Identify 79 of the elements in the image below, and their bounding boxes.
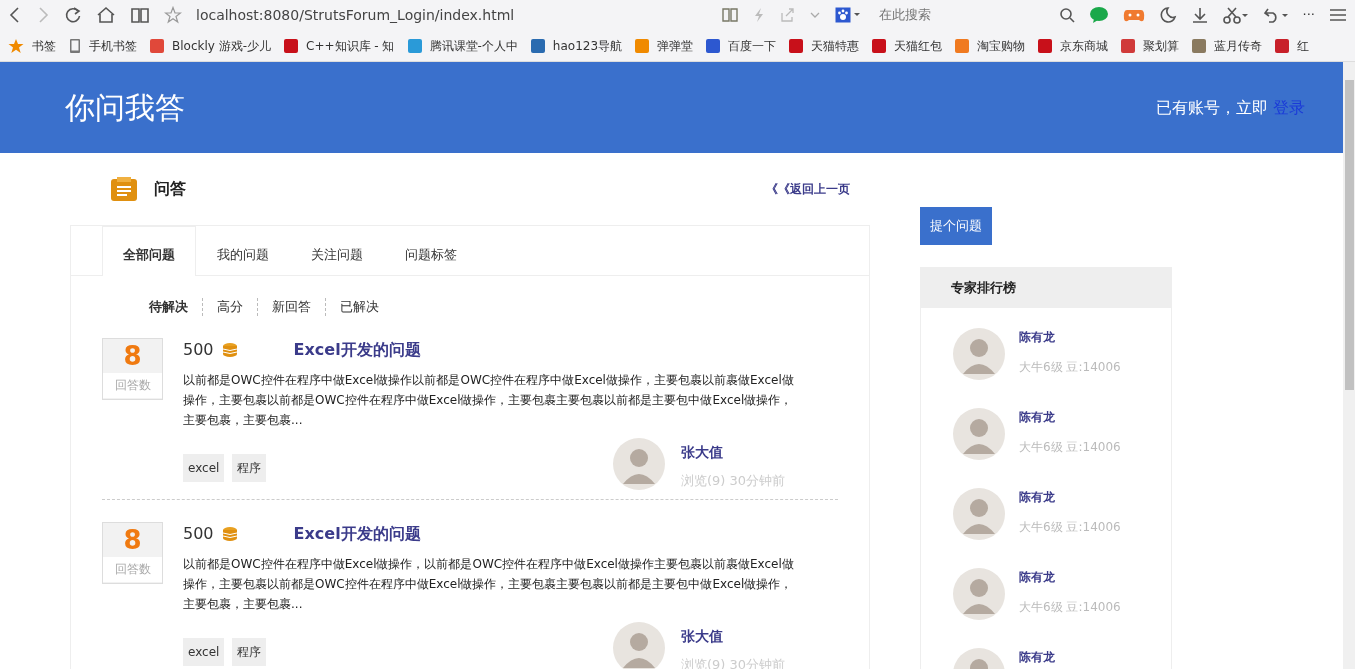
avatar-placeholder — [953, 407, 1005, 460]
tab[interactable]: 全部问题 — [102, 226, 196, 276]
scrollbar[interactable] — [1343, 62, 1355, 669]
bookmark-link[interactable]: 书签 — [8, 36, 56, 55]
answer-count-label: 回答数 — [103, 556, 162, 582]
chat-bubble-icon[interactable] — [1088, 6, 1109, 24]
ranking-title: 专家排行榜 — [921, 267, 1171, 308]
search-field[interactable]: 在此搜索 — [874, 5, 1045, 25]
author-name[interactable]: 张大值 — [681, 442, 786, 463]
tag-label[interactable]: 程序 — [232, 454, 267, 482]
expert-name[interactable]: 陈有龙 — [1019, 487, 1121, 506]
expert-meta: 大牛6级 豆:14006 — [1019, 438, 1121, 456]
tag-label[interactable]: excel — [183, 637, 225, 666]
gamepad-icon[interactable] — [1122, 7, 1145, 23]
moon-icon[interactable] — [1158, 6, 1177, 24]
bookmark-link[interactable]: 红 — [1275, 36, 1310, 55]
tab[interactable]: 关注问题 — [290, 226, 384, 276]
reload-icon[interactable] — [64, 6, 82, 24]
bookmark-link[interactable]: C++知识库 - 知 — [284, 36, 395, 55]
home-icon[interactable] — [96, 6, 116, 24]
expert-name[interactable]: 陈有龙 — [1019, 327, 1121, 346]
question-title[interactable]: Excel开发的问题 — [293, 521, 421, 546]
ask-question-button[interactable]: 提个问题 — [920, 207, 992, 245]
question-excerpt: 以前都是OWC控件在程序中做Excel做操作，以前都是OWC控件在程序中做Excel做操作主要包裹以前裹做Excel做操作，主要包裹以前都是OWC控件在程序中做Excel做操作，主要包裹主要包裹以前都是主要包中做Excel做操作，主要包裹，主要包裹... — [183, 555, 795, 613]
coin-stack-icon — [221, 342, 238, 358]
bookmark-link[interactable]: 聚划算 — [1121, 36, 1180, 55]
expert-name[interactable]: 陈有龙 — [1019, 567, 1121, 586]
bookmark-link[interactable]: 百度一下 — [706, 36, 777, 55]
section-title: 问答 — [154, 178, 186, 200]
more-menu[interactable]: ··· — [1302, 5, 1315, 25]
filter-link[interactable]: 待解决 — [135, 298, 202, 316]
avatar-placeholder — [613, 621, 665, 669]
address-bar[interactable]: localhost:8080/StrutsForum_Login/index.html — [196, 4, 707, 26]
bookmark-link[interactable]: hao123导航 — [530, 36, 623, 55]
author-name[interactable]: 张大值 — [681, 625, 786, 647]
back-icon[interactable] — [8, 6, 22, 24]
bookmark-link[interactable]: 弹弹堂 — [635, 36, 694, 55]
avatar-placeholder — [953, 567, 1005, 620]
menu-icon[interactable] — [1329, 7, 1347, 23]
bookmark-link[interactable]: 天猫特惠 — [789, 36, 860, 55]
tag-label[interactable]: excel — [183, 454, 225, 482]
bookmark-link[interactable]: 蓝月传奇 — [1192, 36, 1263, 55]
tag-label[interactable]: 程序 — [232, 637, 267, 666]
expert-name[interactable]: 陈有龙 — [1019, 407, 1121, 426]
tab[interactable]: 问题标签 — [384, 226, 478, 276]
bookmark-link[interactable]: 淘宝购物 — [955, 36, 1026, 55]
star-icon[interactable] — [164, 6, 182, 24]
answer-count-label: 回答数 — [103, 373, 162, 398]
bookmark-link[interactable]: 手机书签 — [69, 36, 137, 55]
notepad-icon — [110, 176, 138, 202]
avatar-placeholder — [613, 438, 665, 490]
expert-meta: 大牛6级 豆:14006 — [1019, 518, 1121, 536]
bookmark-link[interactable]: Blockly 游戏-少儿 — [150, 36, 272, 55]
paw-icon[interactable] — [834, 7, 861, 23]
back-link[interactable]: 《《返回上一页 — [766, 180, 850, 198]
bookmark-link[interactable]: 天猫红包 — [872, 36, 943, 55]
expert-name[interactable]: 陈有龙 — [1019, 647, 1055, 666]
filter-link[interactable]: 已解决 — [325, 298, 393, 316]
book-icon[interactable] — [720, 7, 739, 23]
book-icon[interactable] — [130, 6, 150, 24]
points-value: 500 — [183, 339, 214, 361]
scissors-icon[interactable] — [1222, 6, 1249, 24]
question-excerpt: 以前都是OWC控件在程序中做Excel做操作以前都是OWC控件在程序中做Excel做操作，主要包裹以前裹做Excel做操作，主要包裹以前都是OWC控件在程序中做Excel做操作，主要包裹主要包裹以前都是主要包中做Excel做操作，主要包裹，主要包裹... — [183, 372, 795, 429]
bookmark-link[interactable]: 腾讯课堂-个人中 — [407, 36, 518, 55]
expert-meta: 大牛6级 豆:14006 — [1019, 598, 1121, 616]
filter-link[interactable]: 高分 — [202, 298, 257, 316]
download-icon[interactable] — [1190, 6, 1209, 24]
points-value: 500 — [183, 522, 214, 545]
bookmark-link[interactable]: 京东商城 — [1038, 36, 1109, 55]
tab[interactable]: 我的问题 — [196, 226, 290, 276]
question-title[interactable]: Excel开发的问题 — [293, 338, 421, 362]
site-logo[interactable]: 你问我答 — [65, 85, 185, 130]
search-icon[interactable] — [1058, 7, 1075, 23]
avatar-placeholder — [953, 487, 1005, 540]
expert-meta: 大牛6级 豆:14006 — [1019, 358, 1121, 376]
coin-stack-icon — [221, 525, 238, 542]
filter-link[interactable]: 新回答 — [257, 298, 325, 316]
avatar-placeholder — [953, 327, 1005, 380]
undo-icon[interactable] — [1262, 6, 1289, 24]
